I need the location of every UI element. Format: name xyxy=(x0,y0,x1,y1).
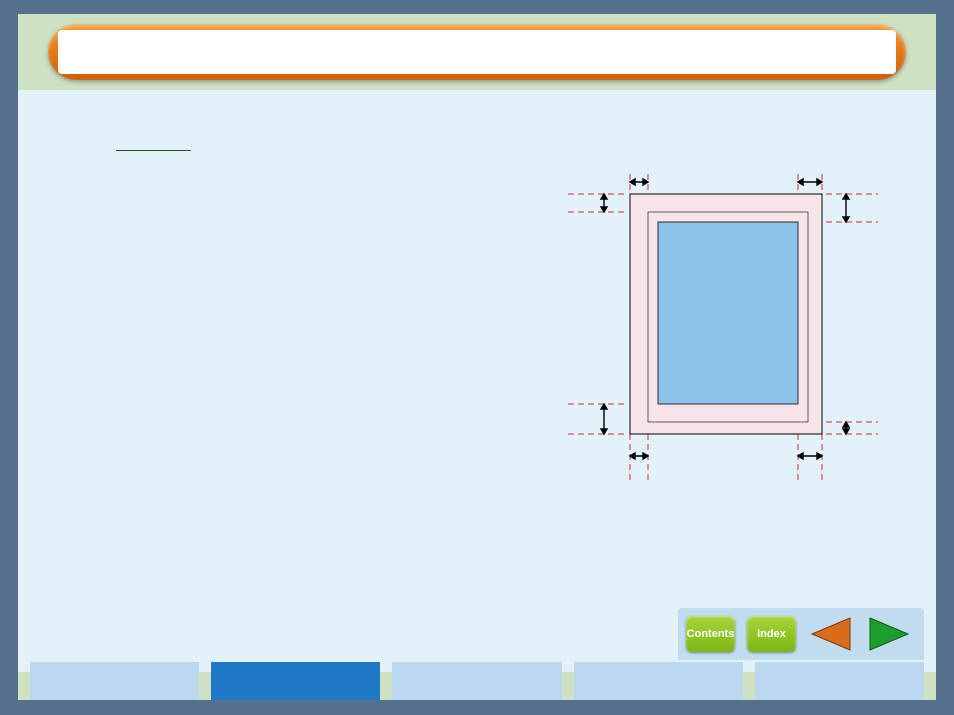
contents-label: Contents xyxy=(687,628,735,640)
previous-arrow-icon xyxy=(808,616,854,652)
app-frame: Contents Index xyxy=(18,14,936,700)
index-button[interactable]: Index xyxy=(747,616,796,652)
tab-2[interactable] xyxy=(211,662,380,700)
bottom-tabs xyxy=(18,662,936,700)
section-link[interactable] xyxy=(116,150,191,151)
tab-3[interactable] xyxy=(392,662,561,700)
tab-4[interactable] xyxy=(574,662,743,700)
next-button[interactable] xyxy=(866,616,912,652)
margin-diagram xyxy=(568,174,878,484)
content-area: Contents Index xyxy=(18,90,936,672)
tab-5[interactable] xyxy=(755,662,924,700)
title-text xyxy=(58,30,896,74)
index-label: Index xyxy=(757,628,786,640)
title-bar xyxy=(48,24,906,80)
tab-1[interactable] xyxy=(30,662,199,700)
nav-panel: Contents Index xyxy=(678,608,924,660)
contents-button[interactable]: Contents xyxy=(686,616,735,652)
next-arrow-icon xyxy=(866,616,912,652)
previous-button[interactable] xyxy=(808,616,854,652)
